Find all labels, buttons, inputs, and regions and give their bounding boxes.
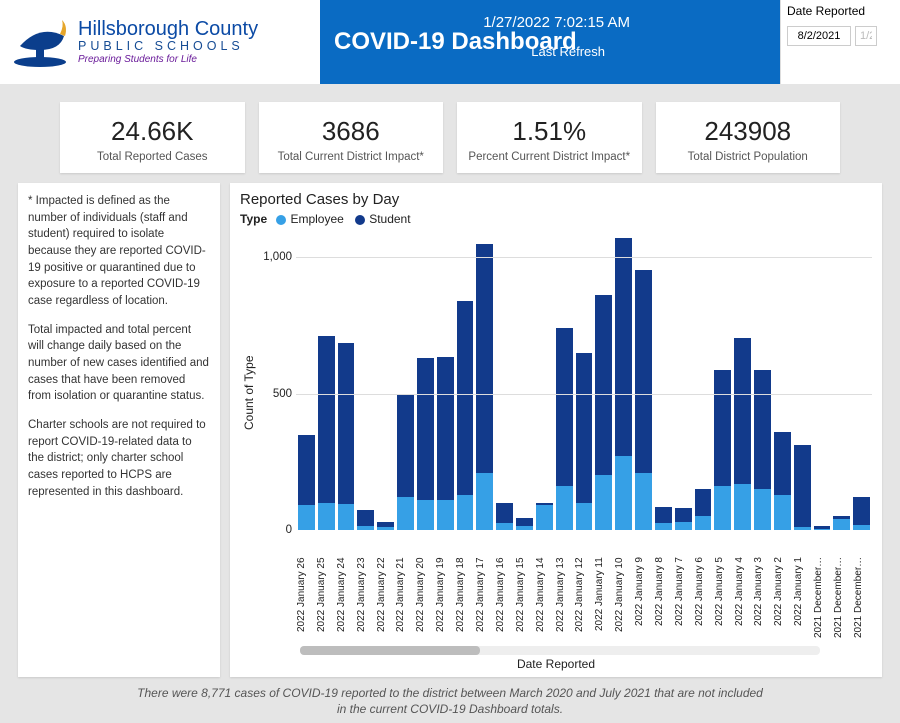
bar[interactable] [774,432,791,530]
chart-xlabel: Date Reported [240,657,872,671]
chart-title: Reported Cases by Day [240,191,872,208]
title-block: COVID-19 Dashboard 1/27/2022 7:02:15 AM … [320,0,780,84]
bar[interactable] [318,336,335,530]
org-name-line2: PUBLIC SCHOOLS [78,40,258,53]
bar[interactable] [615,238,632,530]
bar[interactable] [437,357,454,530]
chart-xticks: 2022 January 262022 January 252022 Janua… [240,555,872,655]
bar[interactable] [576,353,593,530]
chart-scrollbar[interactable] [300,646,820,655]
kpi-row: 24.66K Total Reported Cases 3686 Total C… [0,84,900,183]
kpi-percent-current-impact: 1.51% Percent Current District Impact* [457,102,642,173]
bar[interactable] [516,518,533,530]
bar[interactable] [595,295,612,530]
last-refresh-timestamp: 1/27/2022 7:02:15 AM [483,14,630,31]
chart-legend: Type Employee Student [240,212,872,226]
date-to-input[interactable] [855,26,877,46]
last-refresh-label: Last Refresh [531,44,605,59]
date-reported-slicer[interactable]: Date Reported [780,0,900,84]
chart-bars-wrap [296,230,872,530]
header-bar: Hillsborough County PUBLIC SCHOOLS Prepa… [0,0,900,84]
bar[interactable] [357,510,374,530]
bar[interactable] [377,522,394,530]
chart-scrollbar-thumb[interactable] [300,646,480,655]
bar[interactable] [635,270,652,530]
chart-yticks: 05001,000 [258,230,296,530]
date-from-input[interactable] [787,26,851,46]
bar[interactable] [853,497,870,530]
kpi-total-current-impact: 3686 Total Current District Impact* [259,102,444,173]
bar[interactable] [794,445,811,530]
bar[interactable] [298,435,315,530]
bar[interactable] [476,244,493,530]
legend-swatch-student [355,215,365,225]
kpi-total-district-population: 243908 Total District Population [656,102,841,173]
org-tagline: Preparing Students for Life [78,55,258,66]
footnote: There were 8,771 cases of COVID-19 repor… [0,685,900,717]
bar[interactable] [675,508,692,530]
definition-note: * Impacted is defined as the number of i… [18,183,220,677]
bar[interactable] [536,503,553,530]
bar[interactable] [457,301,474,530]
kpi-total-reported-cases: 24.66K Total Reported Cases [60,102,245,173]
bar[interactable] [417,358,434,530]
bar[interactable] [695,489,712,530]
chart-ylabel: Count of Type [240,230,258,555]
chart-card: Reported Cases by Day Type Employee Stud… [230,183,882,677]
bar[interactable] [397,394,414,530]
bar[interactable] [833,516,850,530]
bar[interactable] [655,507,672,530]
lamp-icon [10,16,70,68]
bar[interactable] [556,328,573,530]
org-logo-block: Hillsborough County PUBLIC SCHOOLS Prepa… [0,0,320,84]
bar[interactable] [338,343,355,530]
bar[interactable] [496,503,513,530]
chart-plot-area[interactable]: Count of Type 05001,000 [240,230,872,555]
org-name-line1: Hillsborough County [78,19,258,40]
legend-swatch-employee [276,215,286,225]
bar[interactable] [734,338,751,530]
date-slicer-label: Date Reported [787,4,894,18]
